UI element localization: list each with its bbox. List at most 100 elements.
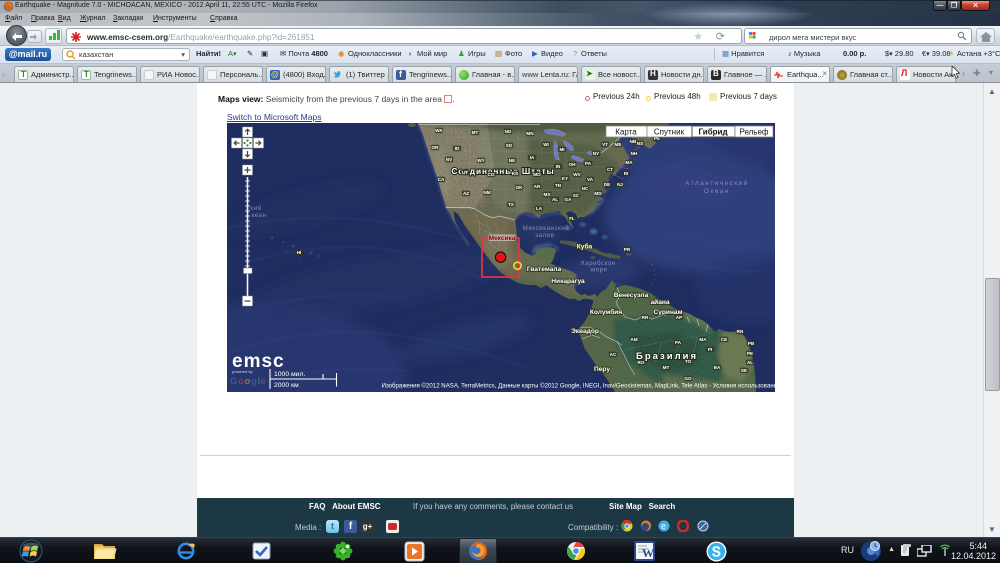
svg-text:Колумбия: Колумбия — [590, 308, 622, 316]
svg-text:ND: ND — [505, 129, 512, 134]
svg-text:NE: NE — [509, 158, 515, 163]
svg-text:RI: RI — [624, 171, 629, 176]
svg-text:PI: PI — [708, 347, 712, 352]
svg-text:CE: CE — [721, 337, 727, 342]
svg-text:KS: KS — [512, 171, 518, 176]
svg-text:MO: MO — [533, 172, 541, 177]
svg-text:Карибское: Карибское — [581, 261, 616, 267]
svg-text:FL: FL — [569, 216, 575, 221]
svg-text:Перу: Перу — [594, 366, 610, 373]
svg-text:ID: ID — [455, 146, 460, 151]
svg-text:GO: GO — [684, 376, 692, 381]
svg-text:Мексика: Мексика — [489, 235, 516, 242]
svg-text:g: g — [251, 376, 257, 387]
svg-text:айана: айана — [650, 298, 669, 306]
svg-text:кеан: кеан — [251, 213, 266, 219]
svg-text:RO: RO — [638, 360, 645, 365]
svg-text:o: o — [238, 376, 244, 387]
svg-text:Венесуэла: Венесуэла — [614, 292, 649, 299]
svg-text:Эквадор: Эквадор — [571, 328, 599, 335]
svg-text:SC: SC — [573, 193, 580, 198]
svg-text:AZ: AZ — [463, 191, 469, 196]
svg-text:G: G — [230, 376, 237, 387]
svg-text:Спутник: Спутник — [654, 128, 685, 137]
svg-text:WY: WY — [477, 158, 484, 163]
svg-text:TN: TN — [555, 183, 562, 188]
svg-text:IA: IA — [530, 155, 535, 160]
svg-text:PA: PA — [675, 340, 682, 345]
svg-text:HI: HI — [297, 250, 302, 255]
svg-text:AM: AM — [630, 337, 637, 342]
svg-text:AP: AP — [676, 315, 682, 320]
svg-text:MN: MN — [526, 131, 534, 136]
svg-text:MA: MA — [625, 160, 633, 165]
svg-text:OK: OK — [516, 185, 524, 190]
svg-text:море: море — [591, 268, 608, 274]
svg-text:PA: PA — [585, 161, 592, 166]
svg-text:PE: PE — [747, 351, 753, 356]
svg-text:TO: TO — [685, 359, 692, 364]
svg-text:W: W — [642, 546, 654, 560]
svg-text:BA: BA — [714, 365, 721, 370]
svg-text:RN: RN — [737, 329, 744, 334]
svg-text:NC: NC — [582, 186, 589, 191]
svg-text:WA: WA — [435, 128, 443, 133]
svg-text:MI: MI — [559, 147, 564, 152]
svg-text:NV: NV — [446, 157, 453, 162]
svg-text:залив: залив — [535, 233, 554, 239]
svg-text:PB: PB — [748, 341, 755, 346]
svg-text:AC: AC — [610, 352, 617, 357]
svg-text:DE: DE — [604, 182, 610, 187]
svg-text:2000 км: 2000 км — [274, 382, 299, 389]
svg-text:Карта: Карта — [615, 128, 637, 137]
svg-text:e: e — [261, 376, 266, 387]
svg-text:Никарагуа: Никарагуа — [551, 278, 585, 285]
svg-text:Рельеф: Рельеф — [739, 128, 768, 137]
svg-text:NM: NM — [483, 190, 490, 195]
svg-text:MT: MT — [472, 130, 479, 135]
svg-text:AR: AR — [534, 184, 541, 189]
svg-text:VA: VA — [587, 177, 594, 182]
svg-text:NH: NH — [631, 151, 638, 156]
svg-text:OH: OH — [569, 162, 577, 167]
svg-text:WV: WV — [573, 172, 581, 177]
svg-text:CO: CO — [488, 172, 495, 177]
svg-text:NS: NS — [637, 141, 643, 146]
svg-text:GA: GA — [565, 197, 573, 202]
svg-text:AL: AL — [552, 197, 558, 202]
svg-text:TX: TX — [508, 202, 515, 207]
svg-text:AL: AL — [747, 360, 753, 365]
svg-text:NJ: NJ — [617, 182, 623, 187]
svg-text:UT: UT — [462, 170, 468, 175]
svg-text:KY: KY — [562, 176, 568, 181]
svg-text:ME: ME — [615, 142, 622, 147]
svg-text:CA: CA — [438, 177, 445, 182]
svg-text:Изображения ©2012 NASA, TerraM: Изображения ©2012 NASA, TerraMetrics, Да… — [382, 383, 775, 390]
svg-text:Атлантический: Атлантический — [685, 180, 749, 187]
svg-text:LA: LA — [536, 206, 543, 211]
svg-text:NY: NY — [593, 151, 599, 156]
svg-text:хий: хий — [250, 205, 262, 212]
svg-text:powered by: powered by — [232, 369, 253, 374]
svg-text:e: e — [661, 521, 666, 531]
svg-text:RR: RR — [642, 315, 649, 320]
svg-text:1000 мил.: 1000 мил. — [274, 371, 305, 378]
svg-text:IN: IN — [556, 164, 561, 169]
svg-text:SD: SD — [506, 143, 513, 148]
svg-text:MT: MT — [663, 365, 670, 370]
svg-text:OR: OR — [432, 145, 440, 150]
svg-text:o: o — [245, 376, 251, 387]
svg-text:Океан: Океан — [704, 188, 730, 195]
svg-text:MD: MD — [594, 191, 602, 196]
svg-text:MS: MS — [544, 192, 551, 197]
svg-text:VT: VT — [602, 142, 608, 147]
svg-text:CT: CT — [607, 167, 613, 172]
svg-text:Мексиканский: Мексиканский — [523, 225, 569, 232]
svg-text:Гватемала: Гватемала — [527, 266, 562, 273]
svg-text:MA: MA — [699, 337, 707, 342]
svg-text:Гибрид: Гибрид — [698, 128, 727, 137]
svg-text:Куба: Куба — [577, 243, 593, 251]
svg-text:WI: WI — [543, 142, 549, 147]
svg-text:SE: SE — [741, 368, 747, 373]
svg-text:PR: PR — [624, 247, 631, 252]
